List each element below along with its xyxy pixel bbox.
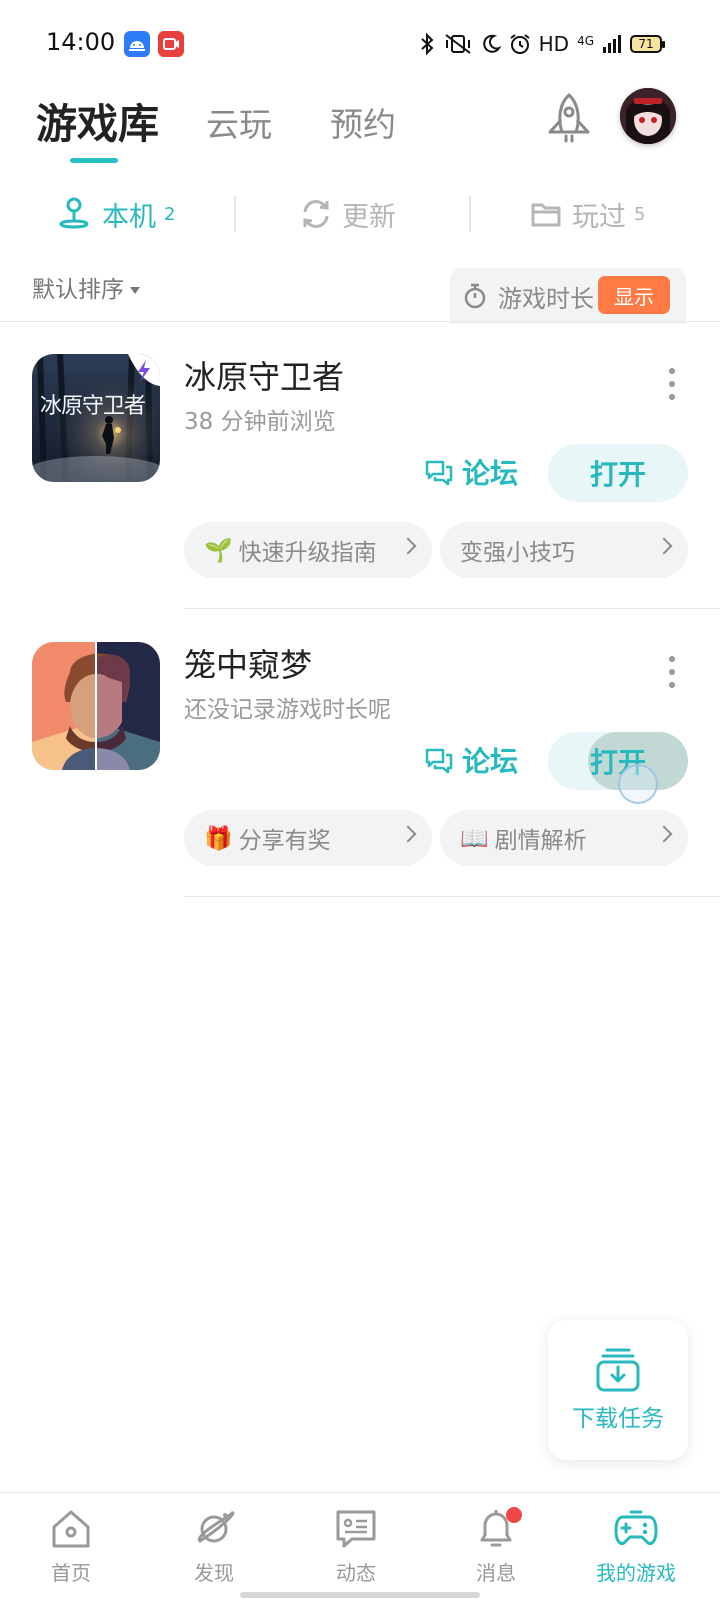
chevron-right-icon (655, 825, 673, 843)
forum-button[interactable]: 论坛 (424, 444, 518, 500)
forum-icon (425, 460, 453, 486)
game-last-played: 38 分钟前浏览 (184, 409, 336, 435)
home-icon (52, 1510, 90, 1548)
tip-label: 剧情解析 (494, 828, 587, 854)
signal-icon (603, 35, 621, 53)
subtab-divider (469, 196, 471, 232)
nav-my-games[interactable]: 我的游戏 (576, 1507, 696, 1597)
chevron-right-icon (399, 537, 417, 555)
stopwatch-icon (464, 283, 486, 309)
more-options-icon[interactable] (664, 366, 680, 402)
tab-game-library[interactable]: 游戏库 (36, 90, 159, 150)
touch-indicator (618, 764, 658, 804)
forum-button[interactable]: 论坛 (424, 732, 518, 788)
nav-messages-label: 消息 (476, 1561, 516, 1585)
nav-feed[interactable]: 动态 (296, 1507, 416, 1597)
open-game-button[interactable]: 打开 (548, 444, 688, 502)
screen-recorder-icon (158, 31, 184, 57)
sprout-icon: 🌱 (204, 537, 233, 564)
forum-label: 论坛 (462, 745, 519, 778)
more-options-icon[interactable] (664, 654, 680, 690)
chevron-right-icon (399, 825, 417, 843)
nav-discover[interactable]: 发现 (154, 1507, 274, 1597)
do-not-disturb-icon (482, 34, 501, 53)
avatar[interactable] (620, 88, 676, 144)
sort-row: 默认排序 游戏时长 显示 (0, 262, 720, 324)
caret-down-icon (130, 286, 140, 294)
notification-badge (506, 1507, 522, 1523)
nav-my-games-label: 我的游戏 (596, 1561, 676, 1585)
gift-icon: 🎁 (204, 825, 233, 852)
tip-chip[interactable]: 变强小技巧 (440, 522, 688, 578)
download-task-label: 下载任务 (572, 1406, 664, 1432)
download-tray-icon (596, 1348, 640, 1392)
game-play-time: 还没记录游戏时长呢 (184, 697, 391, 723)
tip-chip[interactable]: 🎁 分享有奖 (184, 810, 432, 866)
chevron-right-icon (655, 537, 673, 555)
tip-label: 快速升级指南 (238, 540, 377, 566)
sort-dropdown[interactable]: 默认排序 (32, 270, 140, 304)
divider (184, 896, 720, 897)
show-game-time-button[interactable]: 显示 (598, 276, 670, 314)
subtab-divider (234, 196, 236, 232)
alarm-icon (510, 34, 530, 54)
tab-reservation[interactable]: 预约 (330, 98, 396, 146)
subtab-played-count: 5 (634, 203, 646, 225)
tab-cloud-play[interactable]: 云玩 (206, 98, 272, 146)
subtab-update[interactable]: 更新 (300, 190, 396, 238)
gamepad-icon (614, 1510, 658, 1545)
game-card[interactable]: 笼中窥梦 还没记录游戏时长呢 论坛 打开 🎁 分享有奖 📖 剧情解析 (0, 610, 720, 900)
network-type: HD (538, 32, 570, 56)
folder-icon (531, 203, 561, 227)
status-bar: 14:00 HD 4G 71 (0, 0, 720, 88)
status-icons: HD 4G 71 (419, 30, 665, 58)
tip-chip[interactable]: 🌱 快速升级指南 (184, 522, 432, 578)
game-title: 笼中窥梦 (184, 646, 313, 684)
status-time: 14:00 (46, 28, 116, 56)
tip-label: 变强小技巧 (460, 540, 575, 566)
rocket-icon[interactable] (544, 92, 594, 144)
signal-type: 4G (577, 34, 594, 48)
sort-label: 默认排序 (32, 277, 124, 303)
home-indicator (240, 1592, 480, 1598)
divider (184, 608, 720, 609)
tip-label: 分享有奖 (238, 828, 331, 854)
game-cover-image[interactable] (32, 642, 160, 770)
refresh-icon (303, 200, 329, 228)
chat-card-icon (336, 1510, 376, 1548)
game-time-label: 游戏时长 (498, 284, 594, 313)
subtab-local[interactable]: 本机 2 (56, 190, 175, 238)
subtab-update-label: 更新 (342, 201, 396, 233)
forum-label: 论坛 (462, 457, 519, 490)
game-cover-image[interactable]: 冰原守卫者 (32, 354, 160, 482)
book-icon: 📖 (460, 825, 489, 852)
vibrate-mute-icon (445, 34, 471, 54)
game-card[interactable]: 冰原守卫者 冰原守卫者 38 分钟前浏览 论坛 打开 🌱 快速升级指南 变强小技… (0, 322, 720, 612)
nav-home[interactable]: 首页 (11, 1507, 131, 1597)
nav-home-label: 首页 (51, 1561, 91, 1585)
subtab-local-label: 本机 (102, 201, 156, 233)
game-cover-title: 冰原守卫者 (40, 394, 146, 419)
game-time-toggle: 游戏时长 显示 (450, 268, 686, 324)
active-tab-indicator (70, 158, 118, 163)
nav-messages[interactable]: 消息 (436, 1507, 556, 1597)
joystick-icon (59, 197, 89, 229)
sub-tabs: 本机 2 更新 玩过 5 (0, 190, 720, 240)
tip-chip[interactable]: 📖 剧情解析 (440, 810, 688, 866)
subtab-played[interactable]: 玩过 5 (530, 190, 645, 238)
subtab-played-label: 玩过 (572, 201, 626, 233)
forum-icon (425, 748, 453, 774)
bluetooth-icon (420, 33, 434, 55)
game-title: 冰原守卫者 (184, 358, 345, 396)
battery-icon: 71 (630, 35, 665, 53)
nav-discover-label: 发现 (194, 1561, 234, 1585)
planet-icon (198, 1511, 235, 1543)
android-app-icon (124, 31, 150, 57)
nav-feed-label: 动态 (336, 1561, 376, 1585)
subtab-local-count: 2 (164, 203, 176, 225)
bottom-nav: 首页 发现 动态 消息 我的游戏 (0, 1492, 720, 1600)
download-task-button[interactable]: 下载任务 (548, 1320, 688, 1460)
